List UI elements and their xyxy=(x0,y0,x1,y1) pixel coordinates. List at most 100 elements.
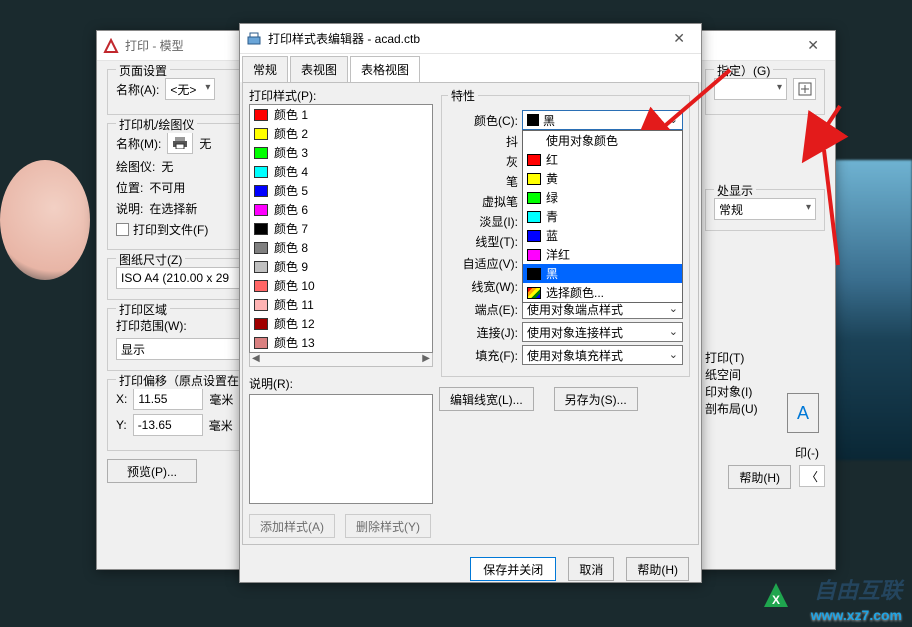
prop-join-label: 连接(J): xyxy=(448,324,518,341)
location-value: 不可用 xyxy=(149,179,185,196)
color-swatch-icon xyxy=(254,147,268,159)
plotstyle-list-item[interactable]: 颜色 1 xyxy=(250,105,432,124)
plotstyle-list-item[interactable]: 颜色 2 xyxy=(250,124,432,143)
plotstyle-icon xyxy=(246,31,262,47)
save-as-button[interactable]: 另存为(S)... xyxy=(554,387,638,411)
plotstyle-list-item[interactable]: 颜色 12 xyxy=(250,314,432,333)
help-button[interactable]: 帮助(H) xyxy=(626,557,689,581)
rainbow-swatch-icon xyxy=(527,287,541,299)
page-setup-label: 页面设置 xyxy=(116,62,170,79)
plotstyle-listbox[interactable]: 颜色 1颜色 2颜色 3颜色 4 颜色 5 颜色 6颜色 7颜色 8 颜色 9 颜色 1… xyxy=(249,104,433,353)
prop-fill-select[interactable]: 使用对象填充样式 xyxy=(522,345,683,365)
edit-lineweight-button[interactable]: 编辑线宽(L)... xyxy=(439,387,534,411)
color-dropdown-item-label: 使用对象颜色 xyxy=(546,132,618,149)
plotter-label: 绘图仪: xyxy=(116,158,155,175)
color-swatch-icon xyxy=(527,173,541,185)
autocad-icon xyxy=(103,38,119,54)
print-to-file-checkbox[interactable]: 打印到文件(F) xyxy=(116,221,208,238)
quality-select[interactable]: 常规 xyxy=(714,198,816,220)
save-close-button[interactable]: 保存并关闭 xyxy=(470,557,556,581)
plotstyle-list-item-label: 颜色 10 xyxy=(274,277,315,294)
assign-icon-button[interactable] xyxy=(793,78,816,100)
prop-gray-label: 灰 xyxy=(448,153,518,170)
option-print-label: 打印(T) xyxy=(705,349,825,366)
plotstyle-list-item-label: 颜色 5 xyxy=(274,182,308,199)
tab-form[interactable]: 表格视图 xyxy=(350,56,420,82)
color-dropdown-item-label: 绿 xyxy=(546,189,558,206)
plotstyle-list-item[interactable]: 颜色 5 xyxy=(250,181,432,200)
color-dropdown-item[interactable]: 选择颜色... xyxy=(523,283,682,302)
prop-color-value: 黑 xyxy=(543,112,555,129)
prop-fill-label: 填充(F): xyxy=(448,347,518,364)
color-swatch-icon xyxy=(254,185,268,197)
help-button[interactable]: 帮助(H) xyxy=(728,465,791,489)
plotstyle-list-item[interactable]: 颜色 3 xyxy=(250,143,432,162)
plotstyle-desc-label: 说明(R): xyxy=(249,375,433,392)
expand-icon[interactable]: 〈 xyxy=(799,465,825,487)
plotstyle-list-item[interactable]: 颜色 7 xyxy=(250,219,432,238)
color-swatch-icon xyxy=(254,261,268,273)
offset-x-input[interactable]: 11.55 xyxy=(133,388,203,410)
prop-lineweight-label: 线宽(W): xyxy=(448,278,518,295)
close-icon[interactable]: ✕ xyxy=(797,33,829,58)
plotstyle-list-item-label: 颜色 9 xyxy=(274,258,308,275)
color-swatch-icon xyxy=(254,128,268,140)
color-dropdown-item[interactable]: 洋红 xyxy=(523,245,682,264)
plotstyle-list-item-label: 颜色 12 xyxy=(274,315,315,332)
offset-y-input[interactable]: -13.65 xyxy=(133,414,203,436)
printer-icon[interactable] xyxy=(167,132,193,154)
plotstyle-list-item[interactable]: 颜色 6 xyxy=(250,200,432,219)
plotter-value: 无 xyxy=(161,158,173,175)
plotstyle-list-item-label: 颜色 8 xyxy=(274,239,308,256)
color-dropdown-item[interactable]: 绿 xyxy=(523,188,682,207)
page-name-label: 名称(A): xyxy=(116,81,159,98)
plotstyle-list-item[interactable]: 颜色 10 xyxy=(250,276,432,295)
plotstyle-titlebar[interactable]: 打印样式表编辑器 - acad.ctb ✕ xyxy=(240,24,701,54)
color-swatch-icon xyxy=(254,166,268,178)
plotstyle-list-item-label: 颜色 4 xyxy=(274,163,308,180)
shadow-group-label: 处显示 xyxy=(714,182,756,199)
cancel-button[interactable]: 取消 xyxy=(568,557,614,581)
page-name-select[interactable]: <无> xyxy=(165,78,215,100)
plotstyle-list-item-label: 颜色 11 xyxy=(274,296,314,313)
color-dropdown-item[interactable]: 黄 xyxy=(523,169,682,188)
preview-button[interactable]: 预览(P)... xyxy=(107,459,197,483)
add-style-button: 添加样式(A) xyxy=(249,514,335,538)
printer-group-label: 打印机/绘图仪 xyxy=(116,116,197,133)
orientation-portrait-icon[interactable]: A xyxy=(787,393,819,433)
color-dropdown-item[interactable]: 青 xyxy=(523,207,682,226)
color-dropdown-item-label: 红 xyxy=(546,151,558,168)
paper-size-select[interactable]: ISO A4 (210.00 x 29 xyxy=(116,267,258,289)
prop-color-dropdown[interactable]: 使用对象颜色红黄绿青蓝洋红黑选择颜色... xyxy=(522,130,683,303)
tab-bar: 常规 表视图 表格视图 xyxy=(240,54,701,82)
plotstyle-list-item[interactable]: 颜色 4 xyxy=(250,162,432,181)
assign-group-label: 指定）(G) xyxy=(714,62,773,79)
color-dropdown-item[interactable]: 蓝 xyxy=(523,226,682,245)
watermark-url: www.xz7.com xyxy=(811,607,902,623)
print-range-select[interactable]: 显示 xyxy=(116,338,258,360)
plotstyle-list-hscroll[interactable] xyxy=(249,353,433,367)
color-dropdown-item[interactable]: 使用对象颜色 xyxy=(523,131,682,150)
assign-select[interactable] xyxy=(714,78,787,100)
plotstyle-list-item-label: 颜色 6 xyxy=(274,201,308,218)
tab-general[interactable]: 常规 xyxy=(242,56,288,82)
tab-table[interactable]: 表视图 xyxy=(290,56,348,82)
plotstyle-list-item[interactable]: 颜色 8 xyxy=(250,238,432,257)
color-swatch-icon xyxy=(254,204,268,216)
prop-join-select[interactable]: 使用对象连接样式 xyxy=(522,322,683,342)
plotstyle-title: 打印样式表编辑器 - acad.ctb xyxy=(268,30,420,47)
color-swatch-icon xyxy=(527,211,541,223)
plotstyle-list-item[interactable]: 颜色 9 xyxy=(250,257,432,276)
print-offset-label: 打印偏移（原点设置在 xyxy=(116,372,242,389)
watermark-brand: 自由互联 xyxy=(814,573,902,605)
tab-page-form: 打印样式(P): 颜色 1颜色 2颜色 3颜色 4颜色 5颜色 6颜色 7颜色 … xyxy=(242,82,699,545)
color-dropdown-item[interactable]: 黑 xyxy=(523,264,682,283)
plotstyle-desc-textarea[interactable] xyxy=(249,394,433,504)
prop-adaptive-label: 自适应(V): xyxy=(448,255,518,272)
plotstyle-list-item[interactable]: 颜色 11 xyxy=(250,295,432,314)
close-icon[interactable]: ✕ xyxy=(663,26,695,51)
prop-vpen-label: 虚拟笔 xyxy=(448,193,518,210)
plotstyle-list-item[interactable]: 颜色 13 xyxy=(250,333,432,352)
color-dropdown-item[interactable]: 红 xyxy=(523,150,682,169)
prop-color-select[interactable]: 黑 使用对象颜色红黄绿青蓝洋红黑选择颜色... xyxy=(522,110,683,130)
